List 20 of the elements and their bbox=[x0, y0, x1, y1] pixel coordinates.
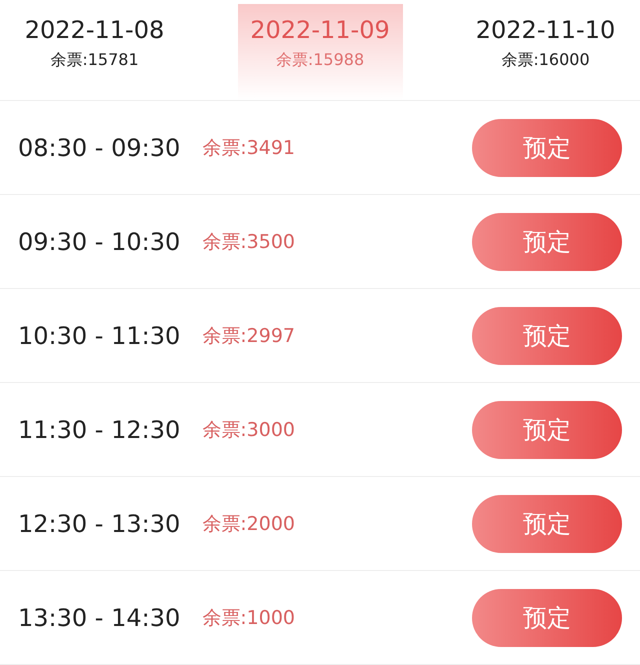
time-range: 09:30 - 10:30 bbox=[18, 228, 180, 256]
remaining-tickets: 余票:1000 bbox=[202, 606, 296, 630]
book-button[interactable]: 预定 bbox=[472, 306, 622, 364]
remaining-tickets: 余票:3000 bbox=[202, 418, 296, 442]
book-button[interactable]: 预定 bbox=[472, 212, 622, 270]
time-range: 12:30 - 13:30 bbox=[18, 510, 180, 538]
remaining-tickets: 余票:2000 bbox=[202, 512, 296, 536]
date-tab[interactable]: 2022-11-08 余票:15781 bbox=[12, 0, 177, 100]
remaining-tickets: 余票:3491 bbox=[202, 136, 296, 160]
remaining-tickets: 余票:2997 bbox=[202, 324, 296, 348]
remaining-tickets: 余票:3500 bbox=[202, 230, 296, 254]
time-range: 08:30 - 09:30 bbox=[18, 134, 180, 162]
time-range: 11:30 - 12:30 bbox=[18, 416, 180, 444]
book-button[interactable]: 预定 bbox=[472, 118, 622, 176]
time-range: 13:30 - 14:30 bbox=[18, 604, 180, 632]
book-button[interactable]: 预定 bbox=[472, 494, 622, 552]
date-tab[interactable]: 2022-11-10 余票:16000 bbox=[463, 0, 628, 100]
time-range: 10:30 - 11:30 bbox=[18, 322, 180, 350]
book-button[interactable]: 预定 bbox=[472, 400, 622, 458]
book-button[interactable]: 预定 bbox=[472, 588, 622, 646]
